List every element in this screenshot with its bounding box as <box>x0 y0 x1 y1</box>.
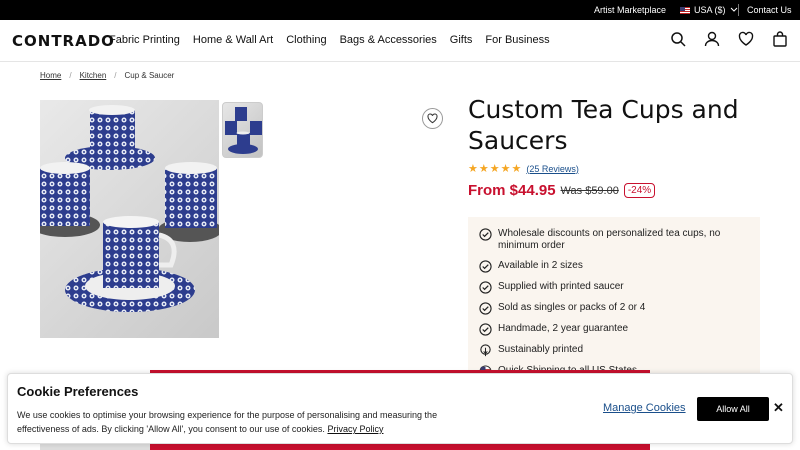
cookie-description: We use cookies to optimise your browsing… <box>17 408 477 436</box>
nav-for-business[interactable]: For Business <box>485 34 549 46</box>
thumbnail-illustration <box>225 107 262 154</box>
feature-item: Sustainably printed <box>479 344 750 357</box>
product-rating: ★ ★ ★ ★ ★ (25 Reviews) <box>468 162 579 175</box>
nav-gifts[interactable]: Gifts <box>450 34 473 46</box>
nav-fabric-printing[interactable]: Fabric Printing <box>109 34 180 46</box>
nav-icons <box>670 31 788 47</box>
add-to-wishlist-button[interactable] <box>422 108 443 129</box>
star-icon: ★ <box>511 163 522 175</box>
locale-label: USA ($) <box>694 5 726 15</box>
privacy-policy-link[interactable]: Privacy Policy <box>327 424 383 434</box>
breadcrumb-separator: / <box>69 71 72 80</box>
breadcrumb-home[interactable]: Home <box>40 71 61 80</box>
cart-bag-icon[interactable] <box>772 31 788 47</box>
tea-cups-illustration <box>40 105 219 312</box>
nav-links: Fabric Printing Home & Wall Art Clothing… <box>109 34 550 46</box>
nav-home-wall-art[interactable]: Home & Wall Art <box>193 34 273 46</box>
reviews-link[interactable]: (25 Reviews) <box>526 164 579 174</box>
feature-text: Available in 2 sizes <box>498 260 583 271</box>
feature-text: Sold as singles or packs of 2 or 4 <box>498 302 646 313</box>
check-circle-icon <box>479 228 492 241</box>
cookie-title: Cookie Preferences <box>17 384 139 399</box>
feature-text: Sustainably printed <box>498 344 584 355</box>
discount-badge: -24% <box>623 183 656 198</box>
price-block: From $44.95 Was $59.00 -24% <box>468 182 656 199</box>
feature-list: Wholesale discounts on personalized tea … <box>468 217 760 378</box>
chevron-down-icon <box>730 7 737 12</box>
feature-text: Supplied with printed saucer <box>498 281 624 292</box>
contact-us-link[interactable]: Contact Us <box>747 5 792 15</box>
divider <box>738 4 739 16</box>
nav-clothing[interactable]: Clothing <box>286 34 326 46</box>
feature-item: Available in 2 sizes <box>479 260 750 273</box>
product-title: Custom Tea Cups and Saucers <box>468 95 739 155</box>
star-icon: ★ <box>468 163 478 175</box>
close-icon[interactable]: ✕ <box>773 400 784 416</box>
product-thumbnail[interactable] <box>222 102 263 158</box>
add-to-basket-bar-bottom <box>150 444 650 450</box>
feature-item: Sold as singles or packs of 2 or 4 <box>479 302 750 315</box>
feature-text: Wholesale discounts on personalized tea … <box>498 228 721 251</box>
breadcrumb-separator: / <box>114 71 117 80</box>
check-circle-icon <box>479 302 492 315</box>
check-circle-icon <box>479 281 492 294</box>
search-icon[interactable] <box>670 31 686 47</box>
leaf-recycle-icon <box>480 344 491 357</box>
wishlist-heart-icon[interactable] <box>738 31 754 47</box>
feature-item: Handmade, 2 year guarantee <box>479 323 750 336</box>
product-main-image[interactable] <box>40 100 219 338</box>
allow-all-button[interactable]: Allow All <box>697 397 769 421</box>
breadcrumb-kitchen[interactable]: Kitchen <box>80 71 107 80</box>
price-was: Was $59.00 <box>560 184 619 197</box>
nav-bags-accessories[interactable]: Bags & Accessories <box>340 34 437 46</box>
artist-marketplace-link[interactable]: Artist Marketplace <box>594 5 666 15</box>
heart-icon <box>427 113 438 124</box>
breadcrumb: Home / Kitchen / Cup & Saucer <box>40 71 174 80</box>
feature-item: Supplied with printed saucer <box>479 281 750 294</box>
manage-cookies-link[interactable]: Manage Cookies <box>603 402 686 414</box>
check-circle-icon <box>479 323 492 336</box>
top-bar: Artist Marketplace USA ($) Contact Us <box>0 0 800 20</box>
star-icon: ★ <box>478 163 489 175</box>
star-icon: ★ <box>500 163 511 175</box>
logo[interactable]: CONTRADO <box>12 32 115 50</box>
star-icon: ★ <box>489 163 500 175</box>
breadcrumb-current: Cup & Saucer <box>124 71 175 80</box>
quantity-block <box>40 444 150 450</box>
feature-text: Handmade, 2 year guarantee <box>498 323 629 334</box>
locale-selector[interactable]: USA ($) <box>680 5 738 15</box>
us-flag-icon <box>680 6 690 14</box>
check-circle-icon <box>479 260 492 273</box>
feature-item: Wholesale discounts on personalized tea … <box>479 228 750 252</box>
account-icon[interactable] <box>704 31 720 47</box>
main-nav: CONTRADO Fabric Printing Home & Wall Art… <box>0 20 800 62</box>
price-from: From $44.95 <box>468 182 556 199</box>
cookie-banner: Cookie Preferences We use cookies to opt… <box>7 373 793 444</box>
